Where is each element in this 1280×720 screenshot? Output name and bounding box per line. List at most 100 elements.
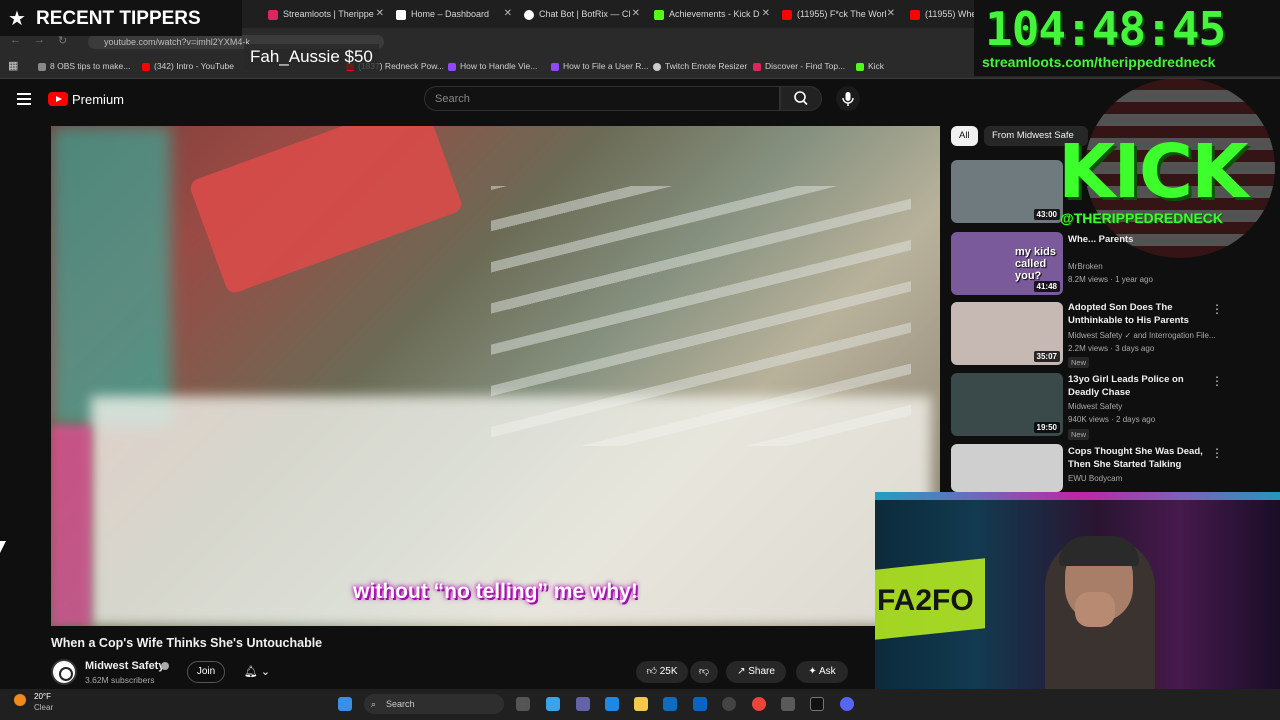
twitch-icon [448, 62, 456, 71]
youtube-icon [910, 9, 920, 20]
dislike-button[interactable]: 👎︎ [690, 661, 718, 683]
recommendation-channel: EWU Bodycam [1068, 474, 1123, 483]
tab-youtube-active[interactable]: (11955) When a Co [910, 4, 974, 24]
copilot-icon[interactable] [546, 697, 560, 711]
bookmark-icon [38, 62, 46, 71]
kick-icon [856, 62, 864, 71]
voice-search-button[interactable] [836, 86, 860, 111]
search-icon [794, 91, 808, 106]
bookmark-obs-tips[interactable]: 8 OBS tips to make... [38, 61, 130, 71]
sparkle-icon: ✦ [808, 666, 817, 677]
edge-icon[interactable] [605, 697, 619, 711]
share-button[interactable]: ↗ Share [726, 661, 786, 683]
search-button[interactable] [780, 86, 822, 111]
obs-icon[interactable] [722, 697, 736, 711]
recommendation-channel: Midwest Safety ✓ and Interrogation File.… [1068, 331, 1216, 340]
streamloots-icon [753, 62, 761, 71]
app-icon[interactable] [781, 697, 795, 711]
microphone-icon [842, 92, 854, 106]
thumbs-down-icon: 👎︎ [698, 666, 710, 677]
recommendation-channel: MrBroken [1068, 262, 1103, 271]
bookmark-handle-vie[interactable]: How to Handle Vie... [448, 61, 537, 71]
bookmark-intro[interactable]: (342) Intro - YouTube [142, 61, 234, 71]
apps-grid-icon[interactable]: ▦ [8, 59, 18, 72]
video-title: When a Cop's Wife Thinks She's Untouchab… [51, 636, 323, 650]
recommendation-thumbnail[interactable] [951, 444, 1063, 492]
recommendation-channel: Midwest Safety [1068, 402, 1123, 411]
search-icon: ⌕ [371, 699, 377, 709]
recent-tippers-banner: ★ RECENT TIPPERS [0, 0, 242, 36]
channel-avatar[interactable] [51, 659, 77, 685]
bookmark-discover[interactable]: Discover - Find Top... [753, 61, 845, 71]
bell-icon: 🔔︎ [243, 666, 258, 678]
more-options-icon[interactable]: ⋮ [1211, 446, 1223, 460]
search-input[interactable]: Search [424, 86, 780, 111]
store-icon[interactable] [663, 697, 677, 711]
bookmark-emote-resizer[interactable]: Twitch Emote Resizer [653, 61, 747, 71]
task-view-icon[interactable] [516, 697, 530, 711]
recent-tipper: Fah_Aussie $50 [244, 44, 379, 70]
recommendation-thumbnail[interactable]: 35:07 [951, 302, 1063, 365]
recommendation-stats: 940K views · 2 days ago [1068, 415, 1156, 424]
windows-start-icon[interactable] [338, 697, 352, 711]
close-tab-icon[interactable]: ✕ [887, 4, 895, 24]
bookmark-file-user-report[interactable]: How to File a User R... [551, 61, 649, 71]
new-badge: New [1068, 357, 1090, 368]
more-options-icon[interactable]: ⋮ [1211, 374, 1223, 388]
globe-icon [653, 62, 661, 71]
close-tab-icon[interactable]: ✕ [376, 4, 384, 24]
discord-icon[interactable] [840, 697, 854, 711]
dashboard-icon [396, 9, 406, 20]
chevron-down-icon: ⌄ [260, 666, 271, 678]
ask-button[interactable]: ✦ Ask [796, 661, 848, 683]
thumbs-up-icon: 👍︎ [646, 666, 657, 677]
neon-sign: FA2FO [877, 584, 974, 617]
star-icon: ★ [8, 8, 26, 30]
recommendation-title[interactable]: Adopted Son Does The Unthinkable to His … [1068, 301, 1208, 327]
outlook-icon[interactable] [693, 697, 707, 711]
bookmark-kick[interactable]: Kick [856, 61, 884, 71]
subathon-timer: 104:48:45 [985, 2, 1226, 56]
video-player[interactable]: without “no telling” me why! [51, 126, 940, 626]
youtube-logo[interactable]: Premium [48, 91, 124, 107]
recommendation-stats: 2.2M views · 3 days ago [1068, 344, 1155, 353]
join-button[interactable]: Join [187, 661, 225, 683]
tab-youtube-1[interactable]: (11955) F*ck The Worl ✕ [782, 4, 897, 24]
channel-name[interactable]: Midwest Safety [85, 660, 164, 672]
close-tab-icon[interactable]: ✕ [762, 4, 770, 24]
terminal-icon[interactable] [810, 697, 824, 711]
notifications-button[interactable]: 🔔︎ ⌄ [236, 661, 278, 683]
tab-home-dashboard[interactable]: Home – Dashboard ✕ [396, 4, 514, 24]
twitch-icon [551, 62, 559, 71]
recommendation-thumbnail[interactable]: 19:50 [951, 373, 1063, 436]
subscriber-count: 3.62M subscribers [85, 675, 155, 685]
youtube-icon [782, 9, 792, 20]
taskbar-search[interactable]: ⌕ Search [364, 694, 504, 714]
menu-icon[interactable] [17, 93, 31, 105]
youtube-icon [142, 62, 150, 71]
botrix-icon [524, 9, 534, 20]
more-options-icon[interactable]: ⋮ [1211, 302, 1223, 316]
close-tab-icon[interactable]: ✕ [632, 4, 640, 24]
kick-handle: @THERIPPEDREDNECK [1060, 210, 1224, 226]
chrome-icon[interactable] [752, 697, 766, 711]
chip-all[interactable]: All [951, 126, 978, 146]
tab-botrix[interactable]: Chat Bot | BotRix — Cl ✕ [524, 4, 642, 24]
file-explorer-icon[interactable] [634, 697, 648, 711]
recommendation-thumbnail[interactable]: my kids called you? 41:48 [951, 232, 1063, 295]
recommendation-thumbnail[interactable]: 43:00 [951, 160, 1063, 223]
kick-logo: KICK [1058, 129, 1249, 215]
like-button[interactable]: 👍︎ 25K [636, 661, 688, 683]
recommendation-title[interactable]: Cops Thought She Was Dead, Then She Star… [1068, 445, 1208, 471]
teams-icon[interactable] [576, 697, 590, 711]
kick-icon [654, 9, 664, 20]
sun-icon [14, 694, 26, 706]
share-icon: ↗ [737, 666, 746, 677]
new-badge: New [1068, 429, 1090, 440]
close-tab-icon[interactable]: ✕ [504, 4, 512, 24]
recommendation-title[interactable]: 13yo Girl Leads Police on Deadly Chase [1068, 373, 1208, 399]
tab-streamloots[interactable]: Streamloots | Therippe ✕ [268, 4, 386, 24]
tab-kick-achievements[interactable]: Achievements - Kick D ✕ [654, 4, 772, 24]
youtube-play-icon [48, 92, 68, 106]
streamer-webcam: FA2FO [875, 492, 1280, 720]
